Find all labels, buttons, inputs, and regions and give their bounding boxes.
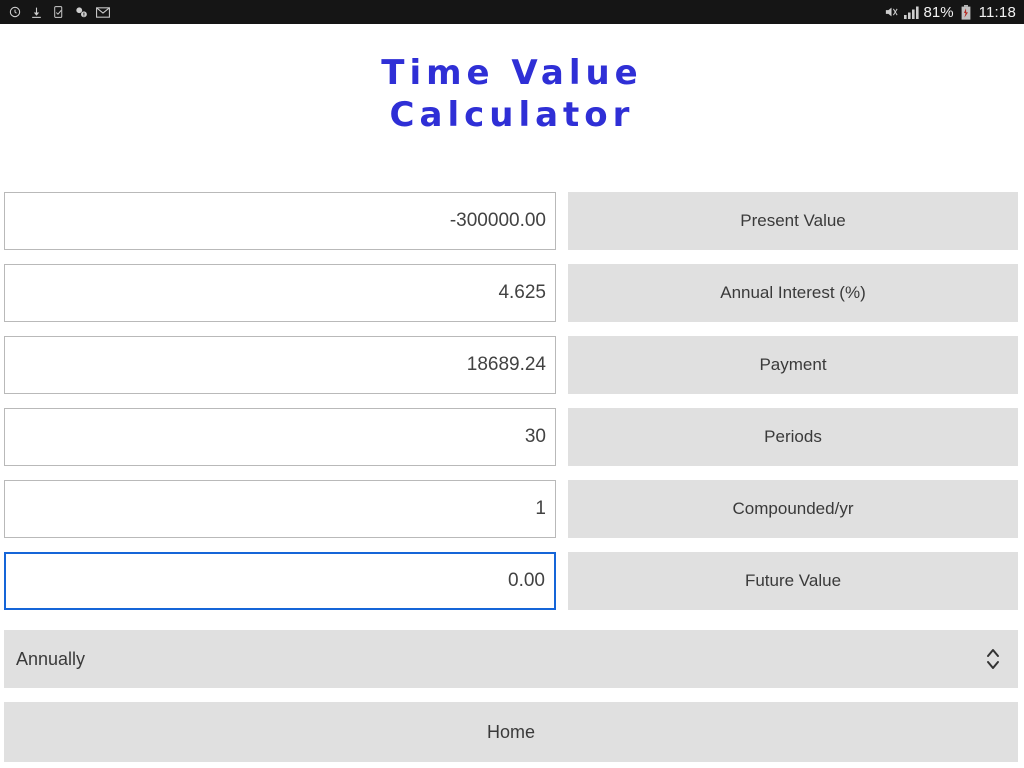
present-value-input[interactable]: -300000.00 — [4, 192, 556, 250]
clock-text: 11:18 — [978, 3, 1016, 21]
payment-input[interactable]: 18689.24 — [4, 336, 556, 394]
form-row-future-value: 0.00 Future Value — [0, 552, 1024, 610]
future-value-button[interactable]: Future Value — [568, 552, 1018, 610]
payment-button[interactable]: Payment — [568, 336, 1018, 394]
calculator-form: -300000.00 Present Value 4.625 Annual In… — [0, 192, 1024, 624]
page-title-line-1: Time Value — [381, 53, 643, 93]
phone-check-icon — [51, 5, 66, 20]
frequency-select[interactable]: Annually — [4, 630, 1018, 688]
form-row-payment: 18689.24 Payment — [0, 336, 1024, 394]
signal-bars-icon — [903, 5, 919, 20]
page-title-line-2: Calculator — [389, 95, 635, 135]
form-row-present-value: -300000.00 Present Value — [0, 192, 1024, 250]
status-bar-system-icons: 81% 11:18 — [884, 4, 1024, 21]
future-value-input[interactable]: 0.00 — [4, 552, 556, 610]
periods-input[interactable]: 30 — [4, 408, 556, 466]
status-bar-notification-icons — [0, 5, 110, 20]
battery-icon — [959, 4, 974, 20]
app-screen: 81% 11:18 Time Value Calculator -300000.… — [0, 0, 1024, 768]
frequency-select-value: Annually — [16, 648, 86, 669]
home-button[interactable]: Home — [4, 702, 1018, 762]
email-icon — [95, 5, 110, 20]
form-row-compounded-per-year: 1 Compounded/yr — [0, 480, 1024, 538]
mute-icon — [884, 5, 899, 20]
present-value-button[interactable]: Present Value — [568, 192, 1018, 250]
compounded-per-year-button[interactable]: Compounded/yr — [568, 480, 1018, 538]
contacts-alert-icon — [73, 5, 88, 20]
form-row-periods: 30 Periods — [0, 408, 1024, 466]
download-icon — [29, 5, 44, 20]
chevron-up-down-icon[interactable] — [982, 642, 1004, 676]
page-title: Time Value Calculator — [0, 52, 1024, 136]
annual-interest-input[interactable]: 4.625 — [4, 264, 556, 322]
form-row-annual-interest: 4.625 Annual Interest (%) — [0, 264, 1024, 322]
battery-percent-text: 81% — [923, 3, 954, 21]
periods-button[interactable]: Periods — [568, 408, 1018, 466]
android-status-bar: 81% 11:18 — [0, 0, 1024, 24]
alarm-clock-icon — [7, 5, 22, 20]
compounded-per-year-input[interactable]: 1 — [4, 480, 556, 538]
annual-interest-button[interactable]: Annual Interest (%) — [568, 264, 1018, 322]
